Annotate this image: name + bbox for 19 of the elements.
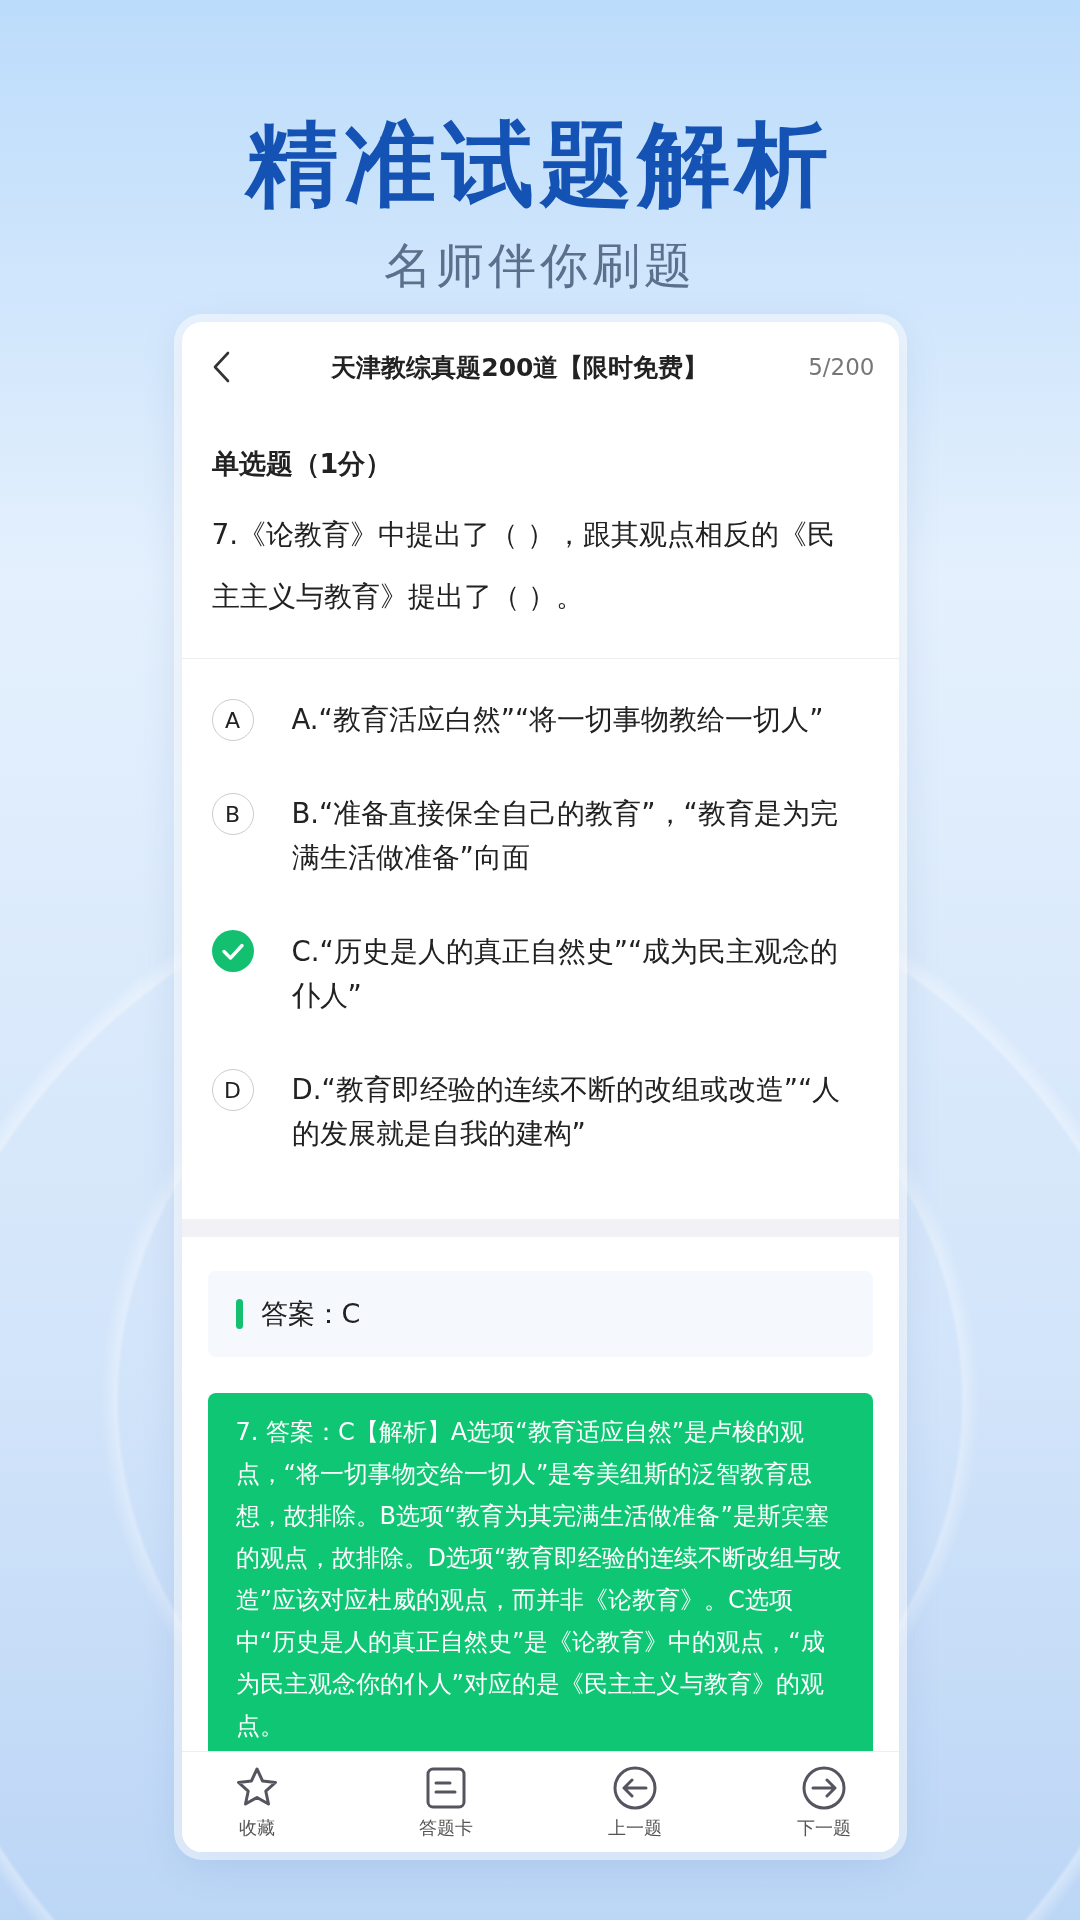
option-text[interactable]: C.“历史是人的真正自然史”“成为民主观念的仆人” bbox=[291, 929, 849, 1017]
headline: 精准试题解析 bbox=[246, 110, 834, 220]
toolbar-button[interactable]: 收藏 bbox=[201, 1752, 312, 1852]
option-text[interactable]: B.“准备直接保全自己的教育”，“教育是为完满生活做准备”向面 bbox=[291, 791, 849, 879]
subheadline: 名师伴你刷题 bbox=[384, 236, 696, 295]
accent-bar bbox=[235, 1299, 243, 1329]
answer-text: 答案：C bbox=[260, 1297, 361, 1331]
question-text: 7.《论教育》中提出了（ ），跟其观点相反的《民主主义与教育》提出了（ ）。 bbox=[211, 517, 837, 615]
option-text[interactable]: A.“教育活应白然”“将一切事物教给一切人” bbox=[291, 697, 824, 741]
back-icon[interactable] bbox=[211, 350, 232, 384]
toolbar-button[interactable]: 下一题 bbox=[768, 1752, 879, 1852]
quiz-title: 天津教综真题200道【限时免费】 bbox=[330, 351, 710, 384]
toolbar-button[interactable]: 答题卡 bbox=[390, 1752, 501, 1852]
toolbar-button[interactable]: 上一题 bbox=[579, 1752, 690, 1852]
question-type: 单选题（1分） bbox=[211, 447, 394, 481]
question-counter: 5/200 bbox=[808, 354, 875, 380]
option-text[interactable]: D.“教育即经验的连续不断的改组或改造”“人的发展就是自我的建构” bbox=[291, 1067, 849, 1155]
check-icon[interactable] bbox=[211, 930, 254, 972]
explanation-text: 7. 答案：C【解析】A选项“教育适应自然”是卢梭的观点，“将一切事物交给一切人”是夸美纽斯的泛智教育思想，故排除。B选项“教育为其完满生活做准备”是斯宾塞的观点，故排除。D选项“教育即经验的连续不断改组与改造”应该对应杜威的观点，而并非《论教育》。C选项中“历史是人的真正自然史”是《论教育》中的观点，“成为民主观念你的仆人”对应的是《民主主义与教育》的观点。 bbox=[235, 1417, 843, 1742]
